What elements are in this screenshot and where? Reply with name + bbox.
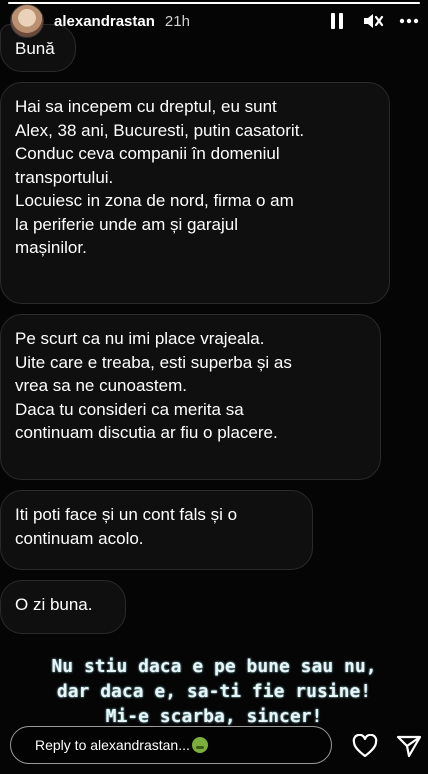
overlay-line: Nu stiu daca e pe bune sau nu, [51, 656, 377, 677]
message-line: Uite care e treaba, esti superba și as [15, 352, 292, 372]
message-line: continuam discutia ar fiu o placere. [15, 423, 278, 442]
reply-placeholder: Reply to alexandrastan... [35, 737, 190, 753]
nauseated-face-emoji-icon [191, 737, 208, 753]
heart-icon[interactable] [350, 731, 380, 761]
avatar[interactable] [10, 4, 44, 38]
message-line: Conduc ceva companii în domeniul [15, 144, 280, 163]
more-icon[interactable] [398, 10, 420, 32]
header-controls [326, 10, 420, 32]
pause-icon[interactable] [326, 10, 348, 32]
message-line: Bună [15, 39, 55, 58]
reply-input[interactable]: Reply to alexandrastan... [10, 726, 332, 764]
message-bubble: O zi buna. [0, 580, 126, 634]
story-header: alexandrastan 21h [0, 4, 428, 38]
message-line: Alex, 38 ani, Bucuresti, putin casatorit… [15, 120, 305, 140]
message-line: vrea sa ne cunoastem. [15, 376, 187, 395]
message-line: Locuiesc in zona de nord, firma o am [15, 191, 294, 210]
story-overlay-text: Nu stiu daca e pe bune sau nu, dar daca … [0, 654, 428, 729]
message-line: la periferie unde am și garajul [15, 214, 239, 234]
message-line: Hai sa incepem cu dreptul, eu sunt [15, 97, 277, 116]
send-icon[interactable] [394, 731, 424, 761]
post-time: 21h [164, 12, 190, 30]
message-line: O zi buna. [15, 595, 93, 614]
overlay-line: dar daca e, sa-ti fie rusine! [56, 681, 372, 702]
mute-icon[interactable] [362, 10, 384, 32]
message-line: mașinilor. [15, 238, 87, 257]
message-line: Iti poti face și un cont fals și o [15, 505, 238, 524]
message-line: transportului. [15, 167, 114, 187]
message-line: Pe scurt ca nu imi place vrajeala. [15, 329, 265, 348]
story-view[interactable]: alexandrastan 21h Bună Hai sa incepem cu… [0, 0, 428, 774]
message-bubble: Pe scurt ca nu imi place vrajeala. Uite … [0, 314, 381, 480]
username[interactable]: alexandrastan [54, 13, 155, 30]
message-line: continuam acolo. [15, 528, 144, 548]
message-line: Daca tu consideri ca merita sa [15, 399, 244, 419]
story-footer: Reply to alexandrastan... [0, 726, 428, 766]
message-bubble: Hai sa incepem cu dreptul, eu sunt Alex,… [0, 82, 390, 304]
message-bubble: Iti poti face și un cont fals și o conti… [0, 490, 313, 570]
